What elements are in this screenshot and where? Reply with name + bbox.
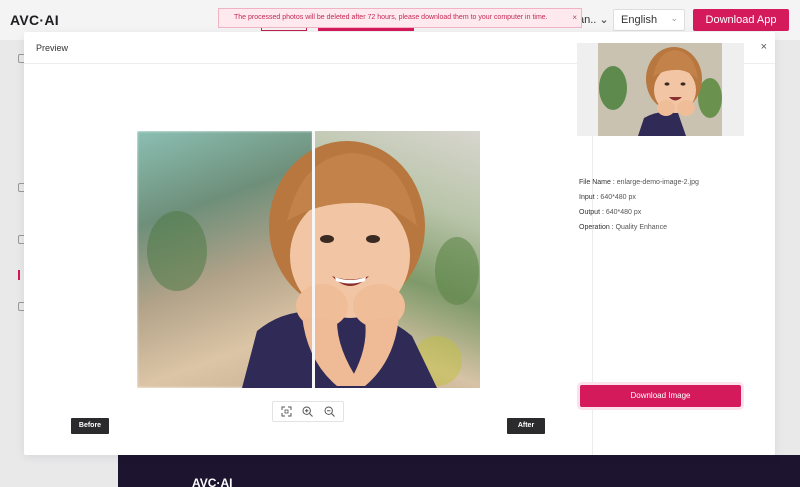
footer-logo: AVC·AI — [192, 476, 233, 487]
operation-value: Quality Enhance — [615, 224, 667, 231]
close-icon[interactable]: × — [761, 41, 767, 53]
toast-close-icon[interactable]: × — [572, 9, 577, 27]
input-size-label: Input : — [579, 194, 599, 201]
language-select[interactable]: English ⌄ — [613, 9, 685, 31]
thumbnail-image — [598, 43, 722, 136]
child-portrait-image — [147, 141, 479, 388]
file-name-row: File Name : enlarge-demo-image-2.jpg — [579, 179, 699, 186]
sidebar-active-indicator — [18, 270, 20, 280]
operation-row: Operation : Quality Enhance — [579, 224, 667, 231]
fit-screen-icon[interactable] — [279, 404, 294, 419]
file-name-label: File Name : — [579, 179, 615, 186]
download-app-button[interactable]: Download App — [693, 9, 789, 31]
toast-message: The processed photos will be deleted aft… — [234, 14, 548, 21]
output-size-label: Output : — [579, 209, 604, 216]
comparison-slider-handle[interactable] — [312, 131, 315, 388]
chevron-down-icon: ⌄ — [599, 14, 609, 26]
file-name-value: enlarge-demo-image-2.jpg — [616, 179, 699, 186]
after-label: After — [507, 418, 545, 434]
zoom-in-icon[interactable] — [300, 404, 315, 419]
comparison-image[interactable] — [137, 131, 480, 388]
result-thumbnail — [577, 43, 744, 136]
input-size-row: Input : 640*480 px — [579, 194, 636, 201]
zoom-toolbar — [272, 401, 344, 422]
deletion-notice-toast: The processed photos will be deleted aft… — [218, 8, 582, 28]
output-size-value: 640*480 px — [605, 209, 642, 216]
zoom-out-icon[interactable] — [322, 404, 337, 419]
modal-title: Preview — [36, 43, 69, 53]
chevron-down-icon: ⌄ — [670, 13, 678, 23]
app-logo[interactable]: AVC·AI — [10, 12, 59, 28]
download-image-button[interactable]: Download Image — [580, 385, 741, 407]
before-label: Before — [71, 418, 109, 434]
output-size-row: Output : 640*480 px — [579, 209, 641, 216]
input-size-value: 640*480 px — [600, 194, 636, 201]
operation-label: Operation : — [579, 224, 614, 231]
truncated-language-menu[interactable]: an.. ⌄ — [578, 13, 609, 26]
language-select-value: English — [621, 14, 658, 26]
